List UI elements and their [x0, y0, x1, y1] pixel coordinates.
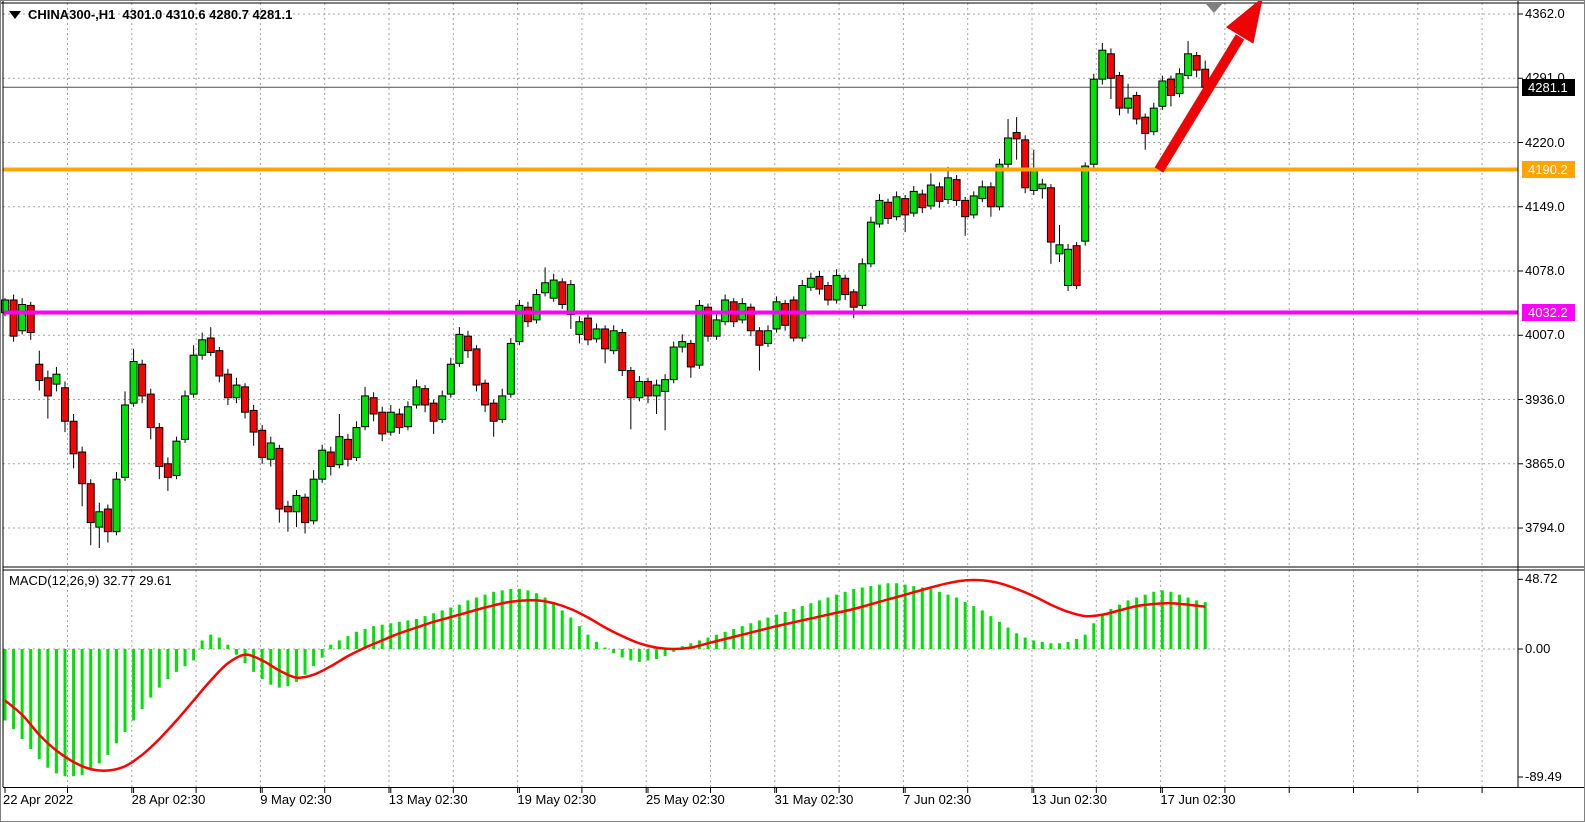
trading-chart-window: CHINA300-,H1 4301.0 4310.6 4280.7 4281.1…: [0, 0, 1585, 822]
chart-canvas[interactable]: [1, 1, 1585, 822]
